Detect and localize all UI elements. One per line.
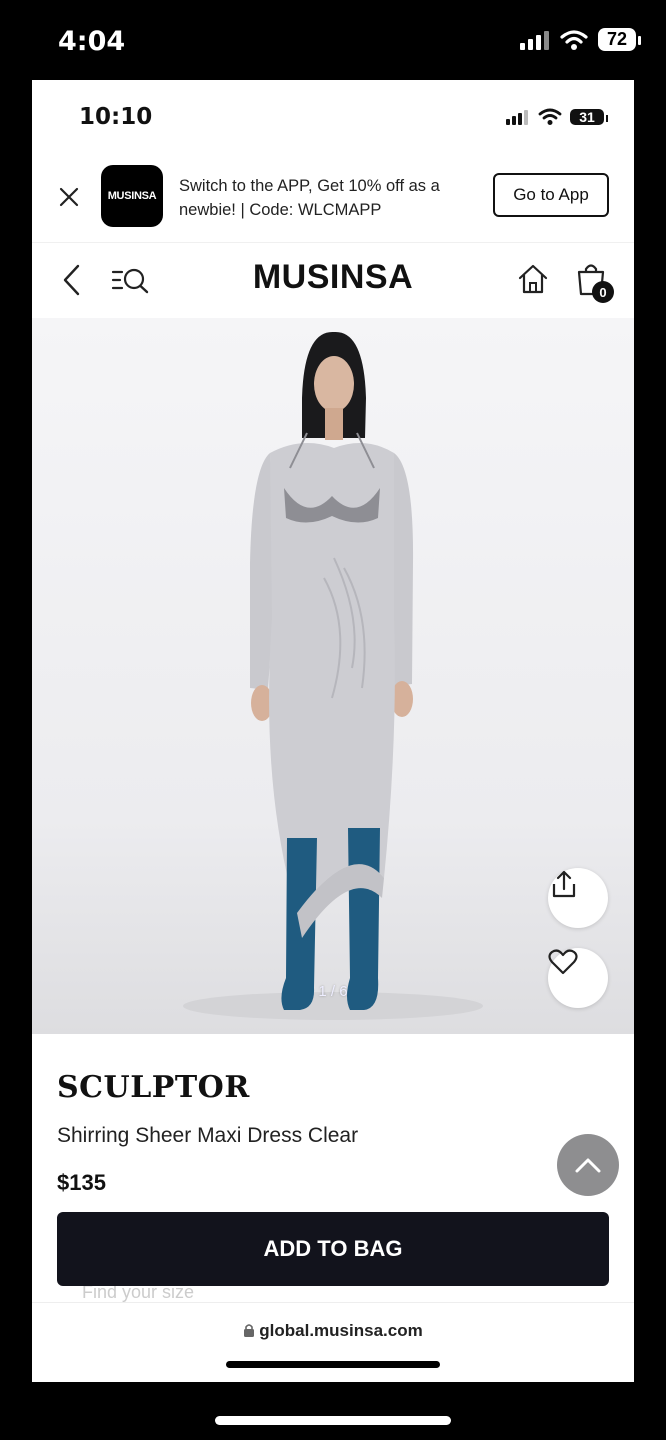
model-photo <box>183 331 483 1020</box>
wifi-icon <box>560 29 588 50</box>
home-indicator <box>215 1416 451 1425</box>
close-icon[interactable] <box>56 184 82 210</box>
product-image[interactable]: 1 / 6 <box>32 318 634 1034</box>
image-counter: 1 / 6 <box>318 983 348 1000</box>
mobile-browser-screen: 10:10 31 MUSINSA Switch to the APP, Get … <box>32 80 634 1382</box>
heart-icon <box>548 949 578 975</box>
go-to-app-button[interactable]: Go to App <box>493 173 609 217</box>
cellular-signal-icon <box>506 110 528 125</box>
bag-count-badge: 0 <box>592 281 614 303</box>
url-display[interactable]: global.musinsa.com <box>32 1321 634 1341</box>
share-button[interactable] <box>548 868 608 928</box>
add-to-bag-button[interactable]: ADD TO BAG <box>57 1212 609 1286</box>
inner-status-bar: 10:10 31 <box>32 80 634 158</box>
outer-status-icons: 72 <box>520 28 641 51</box>
outer-clock: 4:04 <box>58 26 126 57</box>
scroll-to-top-button[interactable] <box>557 1134 619 1196</box>
app-promo-banner: MUSINSA Switch to the APP, Get 10% off a… <box>32 158 634 242</box>
share-icon <box>552 870 576 898</box>
product-title: Shirring Sheer Maxi Dress Clear <box>57 1124 359 1147</box>
wifi-icon <box>538 108 562 125</box>
cellular-signal-icon <box>520 30 549 50</box>
browser-address-bar[interactable]: global.musinsa.com <box>32 1302 634 1382</box>
top-navigation: MUSINSA 0 <box>32 242 634 319</box>
battery-indicator: 72 <box>598 28 641 51</box>
product-price: $135 <box>57 1170 106 1195</box>
lock-icon <box>244 1324 255 1337</box>
chevron-up-icon <box>575 1158 601 1173</box>
app-logo: MUSINSA <box>101 165 163 227</box>
promo-message: Switch to the APP, Get 10% off as a newb… <box>179 177 440 219</box>
outer-status-bar: 4:04 72 <box>0 0 666 80</box>
battery-indicator: 31 <box>570 109 608 125</box>
inner-clock: 10:10 <box>79 104 153 130</box>
product-brand[interactable]: SCULPTOR <box>57 1070 250 1105</box>
url-text: global.musinsa.com <box>259 1321 423 1340</box>
home-indicator <box>226 1361 440 1368</box>
inner-status-icons: 31 <box>506 108 608 126</box>
wishlist-button[interactable] <box>548 948 608 1008</box>
home-icon[interactable] <box>516 262 550 296</box>
